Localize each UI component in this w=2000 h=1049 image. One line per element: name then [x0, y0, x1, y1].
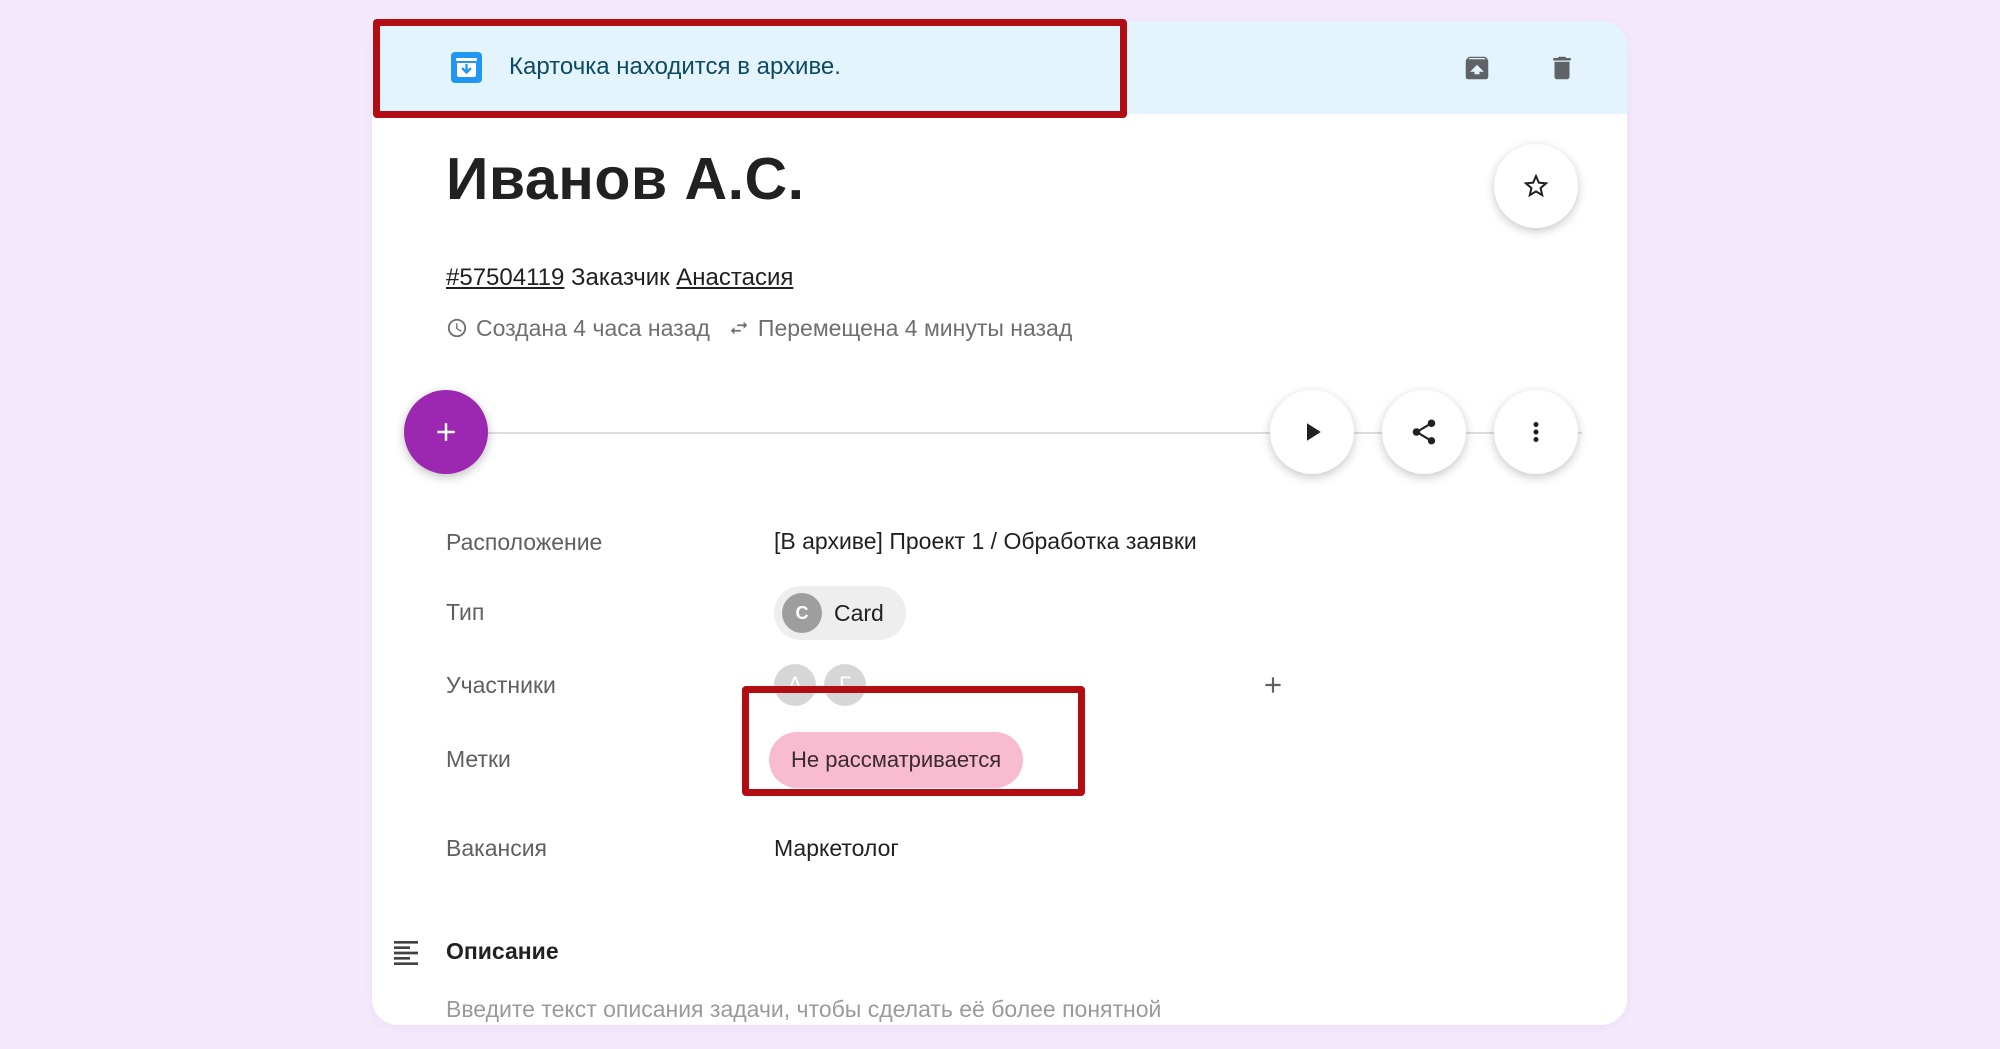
- fullscreen-button[interactable]: [1624, 46, 1627, 90]
- share-button[interactable]: [1382, 390, 1466, 474]
- card-dialog: Карточка находится в архиве. Иванов А.С.…: [372, 21, 1627, 1025]
- text-lines-icon: [390, 937, 422, 969]
- card-id-link[interactable]: #57504119: [446, 264, 564, 291]
- tags-label: Метки: [446, 746, 511, 772]
- customer-label: Заказчик: [571, 264, 670, 291]
- archive-icon: [450, 51, 483, 84]
- member-avatar[interactable]: Г: [824, 664, 866, 706]
- location-label: Расположение: [446, 529, 603, 555]
- tag-chip[interactable]: Не рассматривается: [769, 732, 1024, 788]
- moved-time: Перемещена 4 минуты назад: [757, 315, 1073, 341]
- unarchive-icon: [1465, 56, 1489, 80]
- play-button[interactable]: [1270, 390, 1354, 474]
- vacancy-label: Вакансия: [446, 835, 547, 861]
- type-value: Card: [834, 599, 884, 626]
- more-vertical-icon: [1533, 422, 1539, 442]
- more-button[interactable]: [1494, 390, 1578, 474]
- card-title: Иванов А.С.: [446, 146, 805, 212]
- clock-icon: [447, 318, 467, 338]
- play-icon: [1307, 423, 1321, 441]
- vacancy-value[interactable]: Маркетолог: [774, 832, 899, 864]
- swap-arrows-icon: [730, 321, 748, 335]
- location-value[interactable]: [В архиве] Проект 1 / Обработка заявки: [774, 525, 1197, 557]
- delete-button[interactable]: [1540, 46, 1584, 90]
- archive-banner: Карточка находится в архиве.: [372, 21, 1627, 114]
- share-icon: [1412, 419, 1436, 445]
- archive-banner-text: Карточка находится в архиве.: [509, 53, 841, 80]
- description-title: Описание: [446, 938, 559, 964]
- plus-icon: [437, 423, 455, 441]
- members-label: Участники: [446, 672, 556, 698]
- plus-icon: [1265, 677, 1281, 693]
- card-timestamps: Создана 4 часа назад Перемещена 4 минуты…: [446, 311, 1072, 345]
- card-meta: #57504119 Заказчик Анастасия: [446, 261, 793, 295]
- member-avatar[interactable]: А: [774, 664, 816, 706]
- unarchive-button[interactable]: [1455, 46, 1499, 90]
- description-input[interactable]: Введите текст описания задачи, чтобы сде…: [446, 993, 1161, 1025]
- type-chip[interactable]: C Card: [774, 586, 906, 640]
- trash-icon: [1553, 56, 1571, 80]
- add-member-button[interactable]: [1254, 666, 1292, 704]
- customer-link[interactable]: Анастасия: [676, 264, 793, 291]
- add-button[interactable]: [404, 390, 488, 474]
- star-outline-icon: [1523, 173, 1549, 198]
- type-avatar: C: [782, 593, 822, 633]
- type-label: Тип: [446, 599, 485, 625]
- created-time: Создана 4 часа назад: [476, 315, 710, 341]
- favorite-button[interactable]: [1494, 144, 1578, 228]
